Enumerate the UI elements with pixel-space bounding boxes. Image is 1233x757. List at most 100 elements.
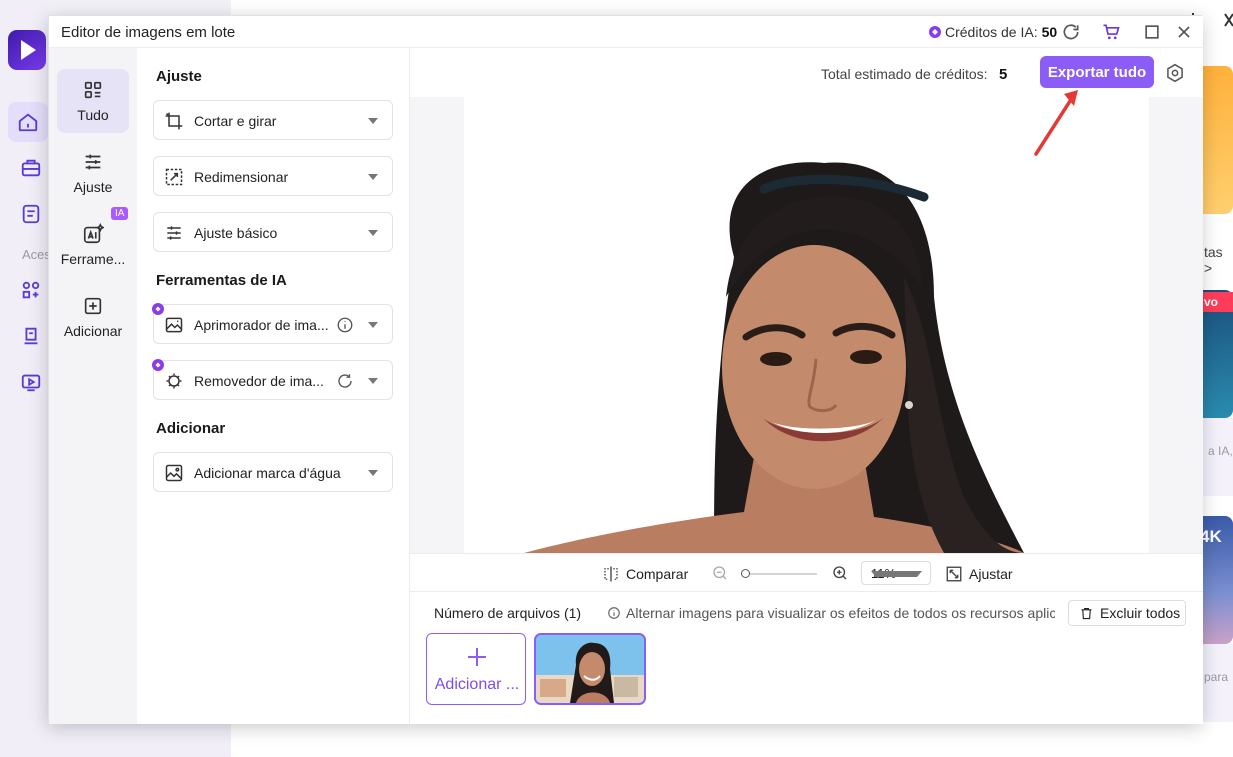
rail-label-ferramentas: Ferrame... (60, 251, 126, 267)
rail-item-ajuste[interactable]: Ajuste (57, 141, 129, 205)
thumbnail-illustration (536, 635, 644, 703)
chevron-down-icon (368, 378, 378, 384)
document-icon[interactable] (20, 203, 42, 225)
rail-label-tudo: Tudo (77, 107, 109, 123)
chevron-down-icon (368, 470, 378, 476)
dropdown-label: Removedor de ima... (194, 373, 324, 389)
dropdown-ajuste-basico[interactable]: Ajuste básico (153, 212, 393, 252)
dropdown-label: Aprimorador de ima... (194, 317, 329, 333)
zoom-toolbar: Comparar 11% Ajustar (410, 553, 1203, 591)
ai-icon (83, 223, 104, 244)
resize-icon (164, 167, 184, 187)
section-title-ajuste: Ajuste (156, 68, 202, 85)
maximize-icon[interactable] (1142, 22, 1162, 42)
estimated-credits-value: 5 (999, 66, 1008, 83)
annotation-arrow (1034, 90, 1078, 156)
delete-all-button[interactable]: Excluir todos (1068, 600, 1186, 626)
remove-object-icon (164, 371, 184, 391)
info-icon[interactable] (336, 316, 354, 334)
chevron-down-icon (368, 230, 378, 236)
dialog-titlebar: Editor de imagens em lote Créditos de IA… (49, 16, 1203, 48)
zoom-slider-track[interactable] (741, 573, 817, 575)
rail-item-ferramentas-ia[interactable]: IA Ferrame... (57, 207, 129, 277)
trash-icon (1081, 607, 1092, 619)
bg-card-text-2: para (1204, 670, 1229, 684)
dropdown-label: Cortar e girar (194, 113, 277, 129)
zoom-out-icon[interactable] (711, 564, 729, 582)
rail-label-adicionar: Adicionar (63, 323, 123, 339)
category-rail: Tudo Ajuste IA Ferrame... Adicionar (49, 48, 137, 724)
dropdown-removedor[interactable]: Removedor de ima... (152, 359, 393, 400)
zoom-level-select[interactable]: 11% (861, 561, 931, 585)
file-strip: Número de arquivos (1) Alternar imagens … (410, 591, 1203, 724)
crop-icon (164, 111, 184, 131)
add-square-icon (84, 297, 102, 315)
estimated-credits-label: Total estimado de créditos: (821, 66, 988, 82)
fit-icon (946, 566, 962, 582)
plus-icon (465, 645, 489, 669)
fit-label: Ajustar (969, 566, 1013, 582)
add-file-tile[interactable]: Adicionar ... (426, 633, 526, 705)
promo-card-1[interactable] (1202, 66, 1233, 214)
rail-item-adicionar[interactable]: Adicionar (57, 285, 129, 349)
edit-doc-icon[interactable] (20, 325, 42, 347)
tools-panel: Ajuste Cortar e girar Redimensionar Ajus… (137, 48, 410, 724)
credits-label: Créditos de IA: (945, 24, 1038, 40)
chevron-down-icon (368, 322, 378, 328)
dialog-title: Editor de imagens em lote (61, 24, 236, 41)
close-icon[interactable] (1174, 22, 1194, 42)
video-icon[interactable] (20, 371, 42, 393)
files-hint: Alternar imagens para visualizar os efei… (607, 605, 1055, 621)
4k-label: 4K (1200, 527, 1222, 546)
premium-icon (152, 359, 164, 371)
chevron-down-icon (871, 571, 922, 577)
section-title-adicionar: Adicionar (156, 420, 226, 437)
reset-icon[interactable] (336, 372, 354, 390)
apps-icon[interactable] (20, 279, 42, 301)
info-icon (608, 607, 620, 619)
image-thumbnail[interactable] (534, 633, 646, 705)
delete-all-label: Excluir todos (1100, 605, 1181, 621)
new-badge: vo (1202, 292, 1233, 312)
ai-credits: Créditos de IA: 50 (929, 24, 1057, 40)
bg-card-text: a IA, (1208, 444, 1233, 458)
zoom-in-icon[interactable] (831, 564, 849, 582)
zoom-slider-handle[interactable] (741, 569, 750, 578)
dropdown-marca-dagua[interactable]: Adicionar marca d'água (153, 452, 393, 492)
dropdown-cortar-girar[interactable]: Cortar e girar (153, 100, 393, 140)
bg-see-more[interactable]: tas > (1204, 244, 1233, 276)
compare-label: Comparar (626, 566, 689, 582)
grid-icon (84, 81, 102, 99)
portrait-illustration (464, 97, 1149, 553)
compare-button[interactable]: Comparar (602, 565, 688, 583)
chevron-down-icon (368, 118, 378, 124)
app-logo (8, 30, 46, 70)
rail-item-tudo[interactable]: Tudo (57, 69, 129, 133)
dropdown-redimensionar[interactable]: Redimensionar (153, 156, 393, 196)
dropdown-label: Redimensionar (194, 169, 289, 185)
file-count: Número de arquivos (1) (434, 605, 582, 621)
compare-icon (604, 566, 618, 582)
files-hint-text: Alternar imagens para visualizar os efei… (626, 605, 1055, 621)
section-title-ferramentas-ia: Ferramentas de IA (156, 272, 287, 289)
add-file-label: Adicionar ... (434, 676, 520, 693)
premium-icon (152, 303, 164, 315)
credits-value: 50 (1041, 24, 1058, 40)
settings-icon[interactable] (1165, 63, 1185, 83)
home-icon[interactable] (17, 111, 39, 133)
toolbox-icon[interactable] (20, 157, 42, 179)
enhance-image-icon (164, 315, 184, 335)
cart-icon[interactable] (1101, 22, 1121, 42)
new-badge-label: vo (1204, 295, 1219, 309)
refresh-icon[interactable] (1061, 22, 1081, 42)
background-sidebar-lower (48, 722, 231, 757)
preview-image (464, 97, 1149, 553)
ia-badge: IA (111, 207, 129, 220)
dropdown-aprimorador[interactable]: Aprimorador de ima... (152, 303, 393, 344)
bg-section-label: Aces (22, 247, 51, 262)
fit-button[interactable]: Ajustar (945, 565, 1013, 583)
preview-canvas[interactable] (410, 97, 1203, 553)
adjust-sliders-icon (164, 223, 184, 243)
dropdown-label: Ajuste básico (194, 225, 278, 241)
chevron-down-icon (368, 174, 378, 180)
